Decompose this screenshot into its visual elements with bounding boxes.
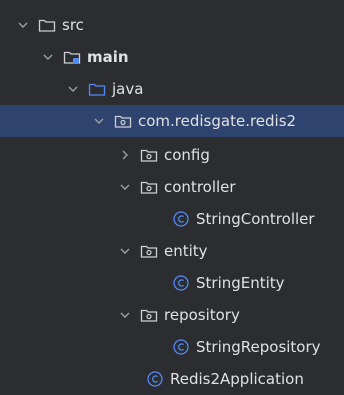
- package-icon: [140, 147, 158, 163]
- tree-node-label: Redis2Application: [170, 370, 304, 388]
- tree-node-label: StringRepository: [196, 338, 321, 356]
- project-tree: src main java com.redisgate.redis2 confi…: [0, 0, 344, 394]
- class-icon: [172, 211, 190, 227]
- tree-node-entity[interactable]: entity: [0, 235, 344, 267]
- tree-node-label: StringEntity: [196, 274, 285, 292]
- tree-node-label: java: [112, 80, 144, 98]
- tree-node-label: controller: [164, 178, 236, 196]
- tree-node-label: main: [87, 48, 129, 66]
- folder-icon: [38, 17, 56, 33]
- chevron-down-icon[interactable]: [118, 244, 132, 258]
- chevron-down-icon[interactable]: [41, 50, 55, 64]
- tree-node-controller[interactable]: controller: [0, 171, 344, 203]
- package-icon: [140, 243, 158, 259]
- tree-node-config[interactable]: config: [0, 139, 344, 171]
- class-icon: [146, 371, 164, 387]
- tree-node-label: src: [62, 16, 84, 34]
- tree-node-string-controller[interactable]: StringController: [0, 203, 344, 235]
- chevron-down-icon[interactable]: [92, 114, 106, 128]
- tree-node-src[interactable]: src: [0, 9, 344, 41]
- source-folder-icon: [88, 81, 106, 97]
- tree-node-package-root[interactable]: com.redisgate.redis2: [0, 105, 344, 137]
- tree-node-main[interactable]: main: [0, 41, 344, 73]
- class-icon: [172, 339, 190, 355]
- chevron-down-icon[interactable]: [118, 308, 132, 322]
- chevron-right-icon[interactable]: [118, 148, 132, 162]
- chevron-down-icon[interactable]: [66, 82, 80, 96]
- tree-node-label: StringController: [196, 210, 315, 228]
- tree-node-java[interactable]: java: [0, 73, 344, 105]
- tree-node-redis2-application[interactable]: Redis2Application: [0, 363, 344, 395]
- module-folder-icon: [63, 49, 81, 65]
- tree-node-label: entity: [164, 242, 208, 260]
- tree-node-label: config: [164, 146, 210, 164]
- chevron-down-icon[interactable]: [118, 180, 132, 194]
- package-icon: [140, 179, 158, 195]
- tree-node-string-repository[interactable]: StringRepository: [0, 331, 344, 363]
- tree-node-string-entity[interactable]: StringEntity: [0, 267, 344, 299]
- tree-node-label: com.redisgate.redis2: [138, 112, 297, 130]
- tree-node-label: repository: [164, 306, 240, 324]
- package-icon: [114, 113, 132, 129]
- package-icon: [140, 307, 158, 323]
- tree-node-repository[interactable]: repository: [0, 299, 344, 331]
- chevron-down-icon[interactable]: [16, 18, 30, 32]
- class-icon: [172, 275, 190, 291]
